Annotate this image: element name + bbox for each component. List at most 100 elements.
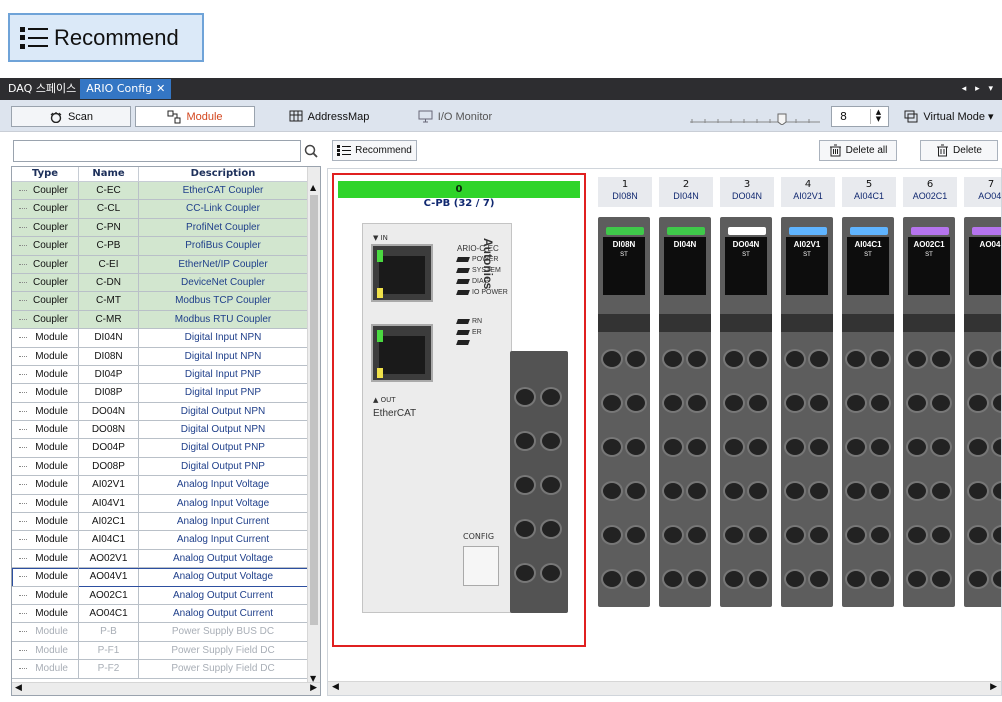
delete-button[interactable]: Delete [920, 140, 998, 161]
recommend-button[interactable]: Recommend [332, 140, 417, 161]
table-row[interactable]: Module AO02C1 Analog Output Current [12, 586, 308, 605]
scroll-left-icon[interactable]: ◀ [332, 682, 339, 692]
terminal-hole [930, 525, 952, 545]
module-label: AI04C1 [854, 240, 882, 249]
terminal-hole [869, 525, 891, 545]
terminal-hole [747, 569, 769, 589]
module-label: DI04N [673, 240, 697, 249]
module-slot[interactable]: 3 DO04N DO04N ST [720, 169, 774, 629]
module-canvas[interactable]: 0 C-PB (32 / 7) ▼ IN ▲ OUT EtherCAT ARIO… [327, 168, 1002, 696]
module-slot[interactable]: 1 DI08N DI08N ST [598, 169, 652, 629]
table-row[interactable]: Coupler C-MT Modbus TCP Coupler [12, 292, 308, 311]
table-row[interactable]: Module AO02V1 Analog Output Voltage [12, 549, 308, 569]
slot-module-name: AO04\ [978, 191, 1002, 201]
module-slot[interactable]: 5 AI04C1 AI04C1 ST [842, 169, 896, 629]
terminal-hole [808, 437, 830, 457]
terminal-hole [784, 437, 806, 457]
module-slot[interactable]: 2 DI04N DI04N [659, 169, 713, 629]
virtual-mode-dropdown[interactable]: Virtual Mode ▾ [898, 106, 1000, 127]
table-row[interactable]: Module DO04P Digital Output PNP [12, 439, 308, 458]
tab-scroll-arrows[interactable]: ◂ ▸ ▾ [962, 84, 1002, 94]
io-monitor-label: I/O Monitor [437, 110, 493, 123]
table-row[interactable]: Module DI08N Digital Input NPN [12, 347, 308, 366]
scroll-up-icon[interactable]: ▲ [310, 183, 316, 192]
terminal-hole [845, 525, 867, 545]
table-row[interactable]: Module DI08P Digital Input PNP [12, 384, 308, 403]
row-description: Digital Output NPN [139, 421, 308, 440]
delete-all-label: Delete all [845, 145, 888, 156]
module-label-plate: DO04N ST [725, 237, 767, 295]
header-type[interactable]: Type [12, 167, 79, 182]
table-row[interactable]: Module DO04N Digital Output NPN [12, 402, 308, 422]
table-row[interactable]: Module DO08P Digital Output PNP [12, 457, 308, 477]
table-row[interactable]: Module DO08N Digital Output NPN [12, 421, 308, 440]
scroll-left-icon[interactable]: ◀ [15, 683, 22, 693]
terminal-hole [808, 393, 830, 413]
table-row[interactable]: Module P-F2 Power Supply Field DC [12, 660, 308, 679]
table-row[interactable]: Module AO04V1 Analog Output Voltage [12, 568, 308, 587]
canvas-horizontal-scrollbar[interactable]: ◀ ▶ [328, 681, 1001, 695]
recommend-label: Recommend [355, 145, 412, 156]
table-row[interactable]: Module P-B Power Supply BUS DC [12, 623, 308, 642]
terminal-hole [808, 525, 830, 545]
coupler-device[interactable]: ▼ IN ▲ OUT EtherCAT ARIO-C-EC POWER SYST… [362, 223, 512, 613]
table-row[interactable]: Coupler C-EI EtherNet/IP Coupler [12, 255, 308, 274]
module-slot[interactable]: 7 AO04\ AO04 [964, 169, 1002, 629]
table-row[interactable]: Coupler C-CL CC-Link Coupler [12, 200, 308, 219]
module-slot[interactable]: 6 AO02C1 AO02C1 ST [903, 169, 957, 629]
table-row[interactable]: Coupler C-MR Modbus RTU Coupler [12, 310, 308, 330]
module-slot[interactable]: 4 AI02V1 AI02V1 ST [781, 169, 835, 629]
zoom-slider[interactable] [690, 113, 820, 125]
module-button[interactable]: Module [135, 106, 255, 127]
tab-ario-config[interactable]: ARIO Config ✕ [80, 79, 172, 99]
search-input[interactable] [13, 140, 301, 162]
brand-logo: Autonics [481, 238, 495, 290]
recommend-callout[interactable]: Recommend [8, 13, 204, 62]
table-row[interactable]: Module AI02C1 Analog Input Current [12, 513, 308, 532]
slot-module-name: AO02C1 [912, 191, 948, 201]
search-icon[interactable] [302, 141, 320, 161]
terminal-hole [686, 437, 708, 457]
terminal-hole [869, 569, 891, 589]
table-row[interactable]: Coupler C-PN ProfiNet Coupler [12, 218, 308, 238]
row-name: AI04V1 [79, 494, 139, 514]
scan-button[interactable]: Scan [11, 106, 131, 127]
io-monitor-button[interactable]: I/O Monitor [400, 106, 510, 127]
table-row[interactable]: Module AI02V1 Analog Input Voltage [12, 476, 308, 495]
delete-all-button[interactable]: Delete all [819, 140, 897, 161]
close-icon[interactable]: ✕ [156, 79, 165, 99]
terminal-hole [784, 349, 806, 369]
zoom-stepper[interactable]: 8 ▲ ▼ [831, 106, 889, 127]
slot-number: 4 [804, 179, 812, 190]
row-type: Module [12, 586, 79, 605]
table-row[interactable]: Module AI04V1 Analog Input Voltage [12, 494, 308, 514]
document-tab-bar: DAQ 스페이스 ARIO Config ✕ ◂ ▸ ▾ [0, 78, 1002, 100]
table-row[interactable]: Coupler C-PB ProfiBus Coupler [12, 237, 308, 256]
row-type: Module [12, 531, 79, 550]
table-row[interactable]: Module DI04N Digital Input NPN [12, 329, 308, 348]
table-row[interactable]: Module DI04P Digital Input PNP [12, 365, 308, 385]
table-row[interactable]: Module AO04C1 Analog Output Current [12, 604, 308, 624]
terminal-hole [906, 349, 928, 369]
table-row[interactable]: Coupler C-EC EtherCAT Coupler [12, 182, 308, 201]
vertical-scrollbar[interactable]: ▲ ▼ [307, 167, 320, 683]
header-description[interactable]: Description [139, 167, 308, 182]
addressmap-button[interactable]: AddressMap [274, 106, 384, 127]
header-name[interactable]: Name [79, 167, 139, 182]
scroll-thumb[interactable] [310, 195, 318, 625]
module-label-plate: DI04N [664, 237, 706, 295]
tab-daq-space[interactable]: DAQ 스페이스 [0, 78, 80, 100]
horizontal-scrollbar[interactable]: ◀ ▶ [12, 682, 320, 695]
table-row[interactable]: Coupler C-DN DeviceNet Coupler [12, 273, 308, 293]
scroll-right-icon[interactable]: ▶ [310, 683, 317, 693]
table-row[interactable]: Module P-F1 Power Supply Field DC [12, 641, 308, 661]
row-type: Coupler [12, 218, 79, 238]
module-stripe [659, 314, 711, 332]
spin-arrows-icon[interactable]: ▲ ▼ [870, 109, 886, 124]
table-row[interactable]: Module AI04C1 Analog Input Current [12, 531, 308, 550]
slot-number: 2 [682, 179, 690, 190]
terminal-hole [967, 525, 989, 545]
selected-coupler-frame[interactable]: 0 C-PB (32 / 7) ▼ IN ▲ OUT EtherCAT ARIO… [332, 173, 586, 647]
terminal-hole [686, 393, 708, 413]
scroll-right-icon[interactable]: ▶ [990, 682, 997, 692]
